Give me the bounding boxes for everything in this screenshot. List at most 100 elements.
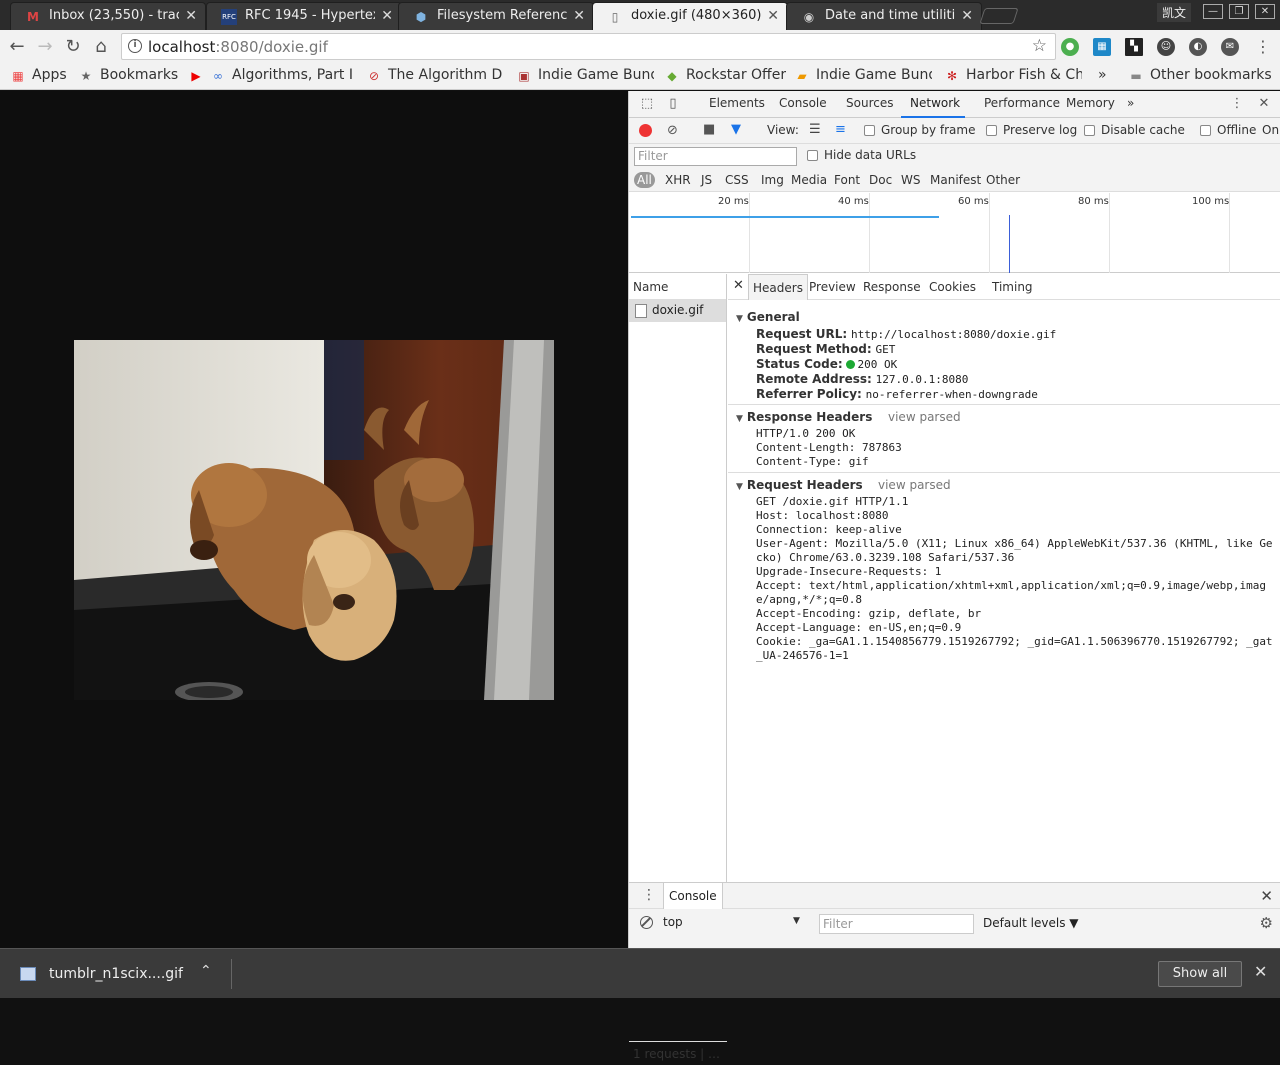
inspect-icon[interactable]: ⬚ <box>639 96 655 112</box>
tab-sources[interactable]: Sources <box>846 96 893 110</box>
close-icon[interactable]: ✕ <box>573 8 585 24</box>
tab-doxie[interactable]: ▯ doxie.gif (480×360) ✕ <box>592 2 788 30</box>
bookmarks-overflow-button[interactable]: » <box>1098 67 1112 87</box>
show-all-button[interactable]: Show all <box>1158 961 1242 987</box>
tab-rfc[interactable]: RFC RFC 1945 - Hypertex ✕ <box>206 2 402 30</box>
profile-button[interactable]: 凯文 <box>1157 3 1192 22</box>
drawer-menu-icon[interactable]: ⋮ <box>642 887 656 903</box>
chevron-up-icon[interactable]: ⌃ <box>200 963 212 979</box>
tab-date-time[interactable]: ◉ Date and time utiliti ✕ <box>786 2 982 30</box>
info-icon[interactable]: i <box>128 39 142 53</box>
close-icon[interactable]: ✕ <box>1254 962 1267 981</box>
bookmark-item[interactable]: ▣ Indie Game Bund <box>516 67 654 87</box>
close-icon[interactable]: ✕ <box>185 8 197 24</box>
timeline-overview[interactable]: 20 ms 40 ms 60 ms 80 ms 100 ms <box>629 193 1280 273</box>
throttling-select[interactable]: On <box>1262 123 1279 137</box>
devtools-close-icon[interactable]: ✕ <box>1256 96 1272 112</box>
bookmark-item[interactable]: ▶ ∞ Algorithms, Part I <box>188 67 353 87</box>
view-parsed-link[interactable]: view parsed <box>878 478 951 492</box>
view-parsed-link[interactable]: view parsed <box>888 410 961 424</box>
large-rows-icon[interactable]: ☰ <box>809 122 821 137</box>
type-doc[interactable]: Doc <box>869 173 892 187</box>
minimize-icon[interactable]: — <box>1203 4 1223 19</box>
tab-headers[interactable]: Headers <box>748 274 808 300</box>
bookmark-bookmarks[interactable]: ★ Bookmarks <box>78 67 180 87</box>
type-all[interactable]: All <box>634 172 655 188</box>
general-section-header[interactable]: ▼ General <box>736 310 800 324</box>
bookmark-item[interactable]: ▰ Indie Game Bund <box>794 67 932 87</box>
extension-grid-icon[interactable]: ▚ <box>1125 38 1143 56</box>
device-toolbar-icon[interactable]: ▯ <box>665 96 681 112</box>
tab-network[interactable]: Network <box>910 96 960 110</box>
forward-icon[interactable]: → <box>34 37 56 57</box>
offline-checkbox[interactable] <box>1200 125 1211 136</box>
clear-icon[interactable]: ⊘ <box>667 123 678 138</box>
type-media[interactable]: Media <box>791 173 827 187</box>
type-manifest[interactable]: Manifest <box>930 173 981 187</box>
close-icon[interactable]: ✕ <box>961 8 973 24</box>
type-xhr[interactable]: XHR <box>665 173 691 187</box>
type-font[interactable]: Font <box>834 173 860 187</box>
tab-console[interactable]: Console <box>779 96 827 110</box>
tab-elements[interactable]: Elements <box>709 96 765 110</box>
tab-gmail[interactable]: M Inbox (23,550) - trac ✕ <box>10 2 206 30</box>
type-img[interactable]: Img <box>761 173 784 187</box>
drawer-close-icon[interactable]: ✕ <box>1260 887 1273 905</box>
group-by-frame-checkbox[interactable] <box>864 125 875 136</box>
bookmark-item[interactable]: ⊘ The Algorithm De <box>366 67 503 87</box>
close-window-icon[interactable]: ✕ <box>1255 4 1275 19</box>
extension-chat-icon[interactable]: ✉ <box>1221 38 1239 56</box>
address-bar[interactable]: i localhost:8080/doxie.gif ☆ <box>121 33 1056 60</box>
tab-filesystem[interactable]: ⬢ Filesystem Referenc ✕ <box>398 2 594 30</box>
tab-performance[interactable]: Performance <box>984 96 1060 110</box>
type-other[interactable]: Other <box>986 173 1020 187</box>
home-icon[interactable]: ⌂ <box>90 37 112 57</box>
close-icon[interactable]: ✕ <box>381 8 393 24</box>
gear-icon[interactable]: ⚙ <box>1260 914 1273 932</box>
filter-input[interactable]: Filter <box>634 147 797 166</box>
tab-timing[interactable]: Timing <box>992 280 1033 294</box>
bookmark-apps[interactable]: ▦ Apps <box>10 67 70 87</box>
preserve-log-checkbox[interactable] <box>986 125 997 136</box>
new-tab-button[interactable] <box>979 8 1019 24</box>
log-levels-select[interactable]: Default levels ▼ <box>983 916 1079 930</box>
tab-preview[interactable]: Preview <box>809 280 856 294</box>
drawer-tab-console[interactable]: Console <box>663 883 723 909</box>
devtools-menu-icon[interactable]: ⋮ <box>1229 96 1245 112</box>
extension-blue-icon[interactable]: ▦ <box>1093 38 1111 56</box>
record-icon[interactable] <box>639 124 652 137</box>
bookmark-other[interactable]: ▬ Other bookmarks <box>1128 67 1273 87</box>
back-icon[interactable]: ← <box>6 37 28 57</box>
console-filter-input[interactable]: Filter <box>819 914 974 934</box>
restore-icon[interactable]: ❐ <box>1229 4 1249 19</box>
bookmark-item[interactable]: ◆ Rockstar Offer <box>664 67 786 87</box>
overview-icon[interactable]: ≡ <box>835 122 846 137</box>
capture-screenshots-icon[interactable]: ■ <box>703 122 715 137</box>
type-js[interactable]: JS <box>701 173 712 187</box>
extension-green-icon[interactable]: ● <box>1061 38 1079 56</box>
bookmark-item[interactable]: ✻ Harbor Fish & Chi <box>944 67 1082 87</box>
close-icon[interactable]: ✕ <box>767 8 779 24</box>
request-row[interactable]: doxie.gif <box>629 300 726 322</box>
request-headers-section-header[interactable]: ▼ Request Headers <box>736 478 863 492</box>
menu-icon[interactable]: ⋮ <box>1252 37 1274 57</box>
disable-cache-checkbox[interactable] <box>1084 125 1095 136</box>
extension-circle-icon[interactable]: ◐ <box>1189 38 1207 56</box>
star-icon[interactable]: ☆ <box>1032 36 1047 56</box>
name-column-header[interactable]: Name <box>629 274 726 300</box>
clear-console-icon[interactable] <box>640 916 653 929</box>
tab-response[interactable]: Response <box>863 280 921 294</box>
context-select[interactable]: top <box>663 915 805 934</box>
response-headers-section-header[interactable]: ▼ Response Headers <box>736 410 872 424</box>
more-tabs-button[interactable]: » <box>1127 96 1134 110</box>
tab-memory[interactable]: Memory <box>1066 96 1115 110</box>
close-detail-icon[interactable]: ✕ <box>733 278 744 293</box>
download-filename[interactable]: tumblr_n1scix....gif <box>49 966 183 982</box>
hide-data-urls-checkbox[interactable] <box>807 150 818 161</box>
extension-ghost-icon[interactable]: ☺ <box>1157 38 1175 56</box>
type-ws[interactable]: WS <box>901 173 920 187</box>
reload-icon[interactable]: ↻ <box>62 37 84 57</box>
type-css[interactable]: CSS <box>725 173 749 187</box>
tab-cookies[interactable]: Cookies <box>929 280 976 294</box>
filter-icon[interactable]: ▼ <box>731 122 741 137</box>
